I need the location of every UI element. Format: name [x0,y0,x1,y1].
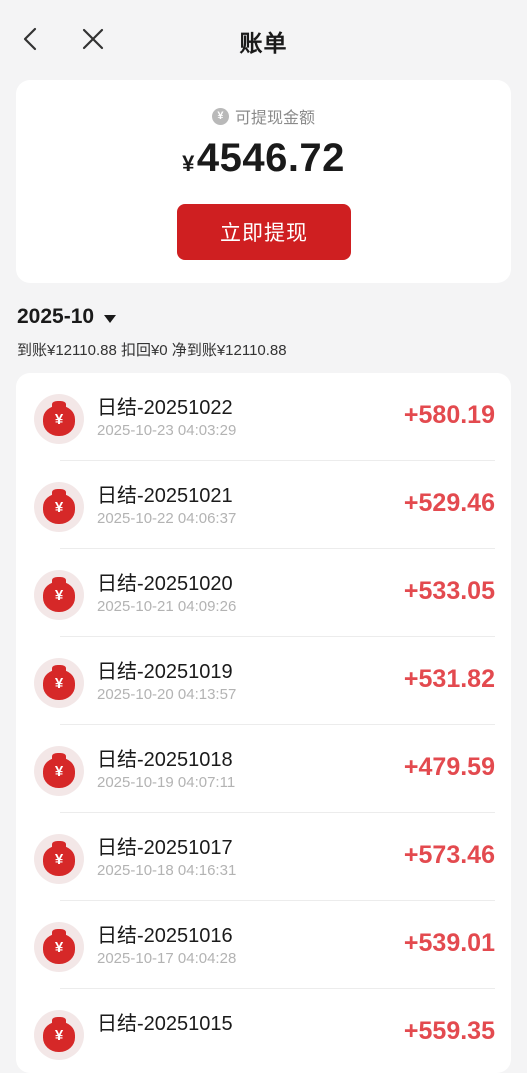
transaction-row[interactable]: ¥ 日结-20251022 2025-10-23 04:03:29 +580.1… [16,373,511,461]
withdraw-button[interactable]: 立即提现 [177,204,351,260]
month-selector[interactable]: 2025-10 [17,305,117,329]
top-nav-bar: 账单 [0,0,527,80]
transaction-row[interactable]: ¥ 日结-20251016 2025-10-17 04:04:28 +539.0… [16,901,511,989]
transaction-row[interactable]: ¥ 日结-20251017 2025-10-18 04:16:31 +573.4… [16,813,511,901]
transaction-time: 2025-10-17 04:04:28 [97,950,237,967]
balance-card: ¥ 可提现金额 ¥4546.72 立即提现 [16,80,511,283]
transaction-time: 2025-10-21 04:09:26 [97,598,237,615]
transaction-name: 日结-20251018 [97,749,233,771]
transaction-row[interactable]: ¥ 日结-20251018 2025-10-19 04:07:11 +479.5… [16,725,511,813]
transaction-amount: +529.46 [403,489,495,517]
transaction-row[interactable]: ¥ 日结-20251019 2025-10-20 04:13:57 +531.8… [16,637,511,725]
month-label: 2025-10 [17,305,95,328]
money-bag-icon: ¥ [34,482,84,532]
balance-label-row: ¥ 可提现金额 [16,104,511,128]
transaction-time: 2025-10-22 04:06:37 [97,510,237,527]
transaction-time: 2025-10-19 04:07:11 [97,774,236,791]
money-bag-icon: ¥ [34,834,84,884]
transaction-row[interactable]: ¥ 日结-20251020 2025-10-21 04:09:26 +533.0… [16,549,511,637]
money-bag-icon: ¥ [34,922,84,972]
money-bag-icon: ¥ [34,570,84,620]
transaction-name: 日结-20251017 [97,837,233,859]
transaction-amount: +539.01 [403,929,495,957]
currency-symbol: ¥ [182,151,195,176]
coin-icon: ¥ [211,107,229,125]
transaction-name: 日结-20251019 [97,661,233,683]
transaction-amount: +559.35 [403,1017,495,1045]
transaction-amount: +531.82 [403,665,495,693]
money-bag-icon: ¥ [34,1010,84,1060]
transaction-amount: +479.59 [403,753,495,781]
money-bag-icon: ¥ [34,394,84,444]
balance-amount: ¥4546.72 [16,136,511,181]
transaction-time: 2025-10-23 04:03:29 [97,422,237,439]
transaction-row[interactable]: ¥ 日结-20251021 2025-10-22 04:06:37 +529.4… [16,461,511,549]
money-bag-icon: ¥ [34,746,84,796]
transaction-amount: +573.46 [403,841,495,869]
transaction-name: 日结-20251021 [97,485,233,507]
transaction-row[interactable]: ¥ 日结-20251015 +559.35 [16,989,511,1073]
transaction-amount: +580.19 [403,401,495,429]
caret-down-icon [104,314,117,323]
transaction-name: 日结-20251022 [97,397,233,419]
transaction-name: 日结-20251020 [97,573,233,595]
page-title: 账单 [239,30,288,56]
transaction-name: 日结-20251016 [97,925,233,947]
balance-label: 可提现金额 [234,110,315,127]
month-summary: 到账¥12110.88 扣回¥0 净到账¥12110.88 [17,342,287,359]
transaction-time: 2025-10-18 04:16:31 [97,862,237,879]
transaction-time: 2025-10-20 04:13:57 [97,686,237,703]
transaction-amount: +533.05 [403,577,495,605]
balance-value: 4546.72 [196,136,345,180]
transaction-name: 日结-20251015 [97,1013,233,1035]
money-bag-icon: ¥ [34,658,84,708]
transaction-list: ¥ 日结-20251022 2025-10-23 04:03:29 +580.1… [16,373,511,1073]
